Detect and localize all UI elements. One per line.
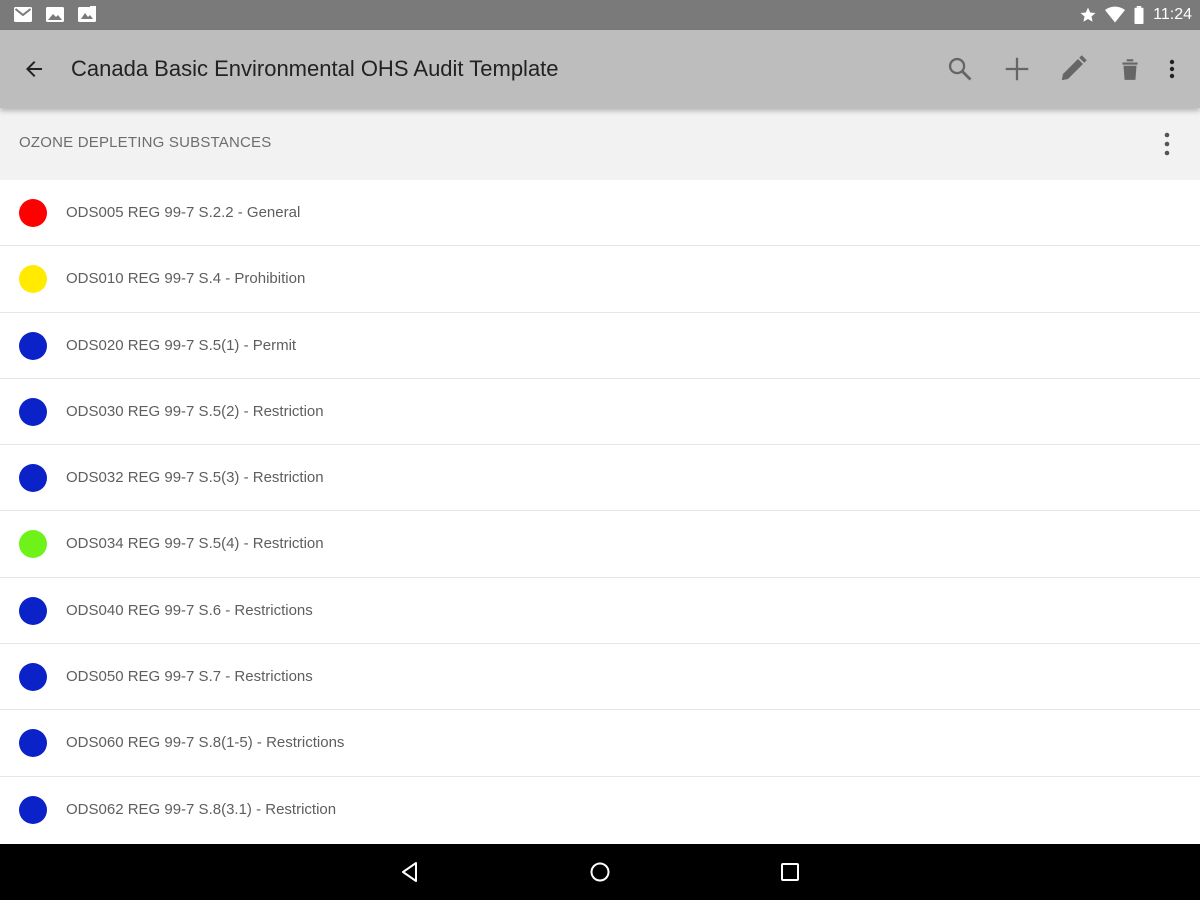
status-indicator-dot bbox=[19, 265, 47, 294]
list-item-label: ODS005 REG 99-7 S.2.2 - General bbox=[66, 204, 301, 221]
delete-icon bbox=[1122, 59, 1138, 80]
status-indicator-dot bbox=[19, 331, 47, 360]
delete-button[interactable] bbox=[1110, 49, 1150, 89]
status-bar: 11:24 bbox=[0, 0, 1200, 30]
section-title: OZONE DEPLETING SUBSTANCES bbox=[19, 134, 272, 151]
list-item[interactable]: ODS030 REG 99-7 S.5(2) - Restriction bbox=[0, 378, 1200, 446]
section-header: OZONE DEPLETING SUBSTANCES bbox=[0, 108, 1200, 180]
back-arrow-icon bbox=[26, 61, 42, 77]
list-item[interactable]: ODS040 REG 99-7 S.6 - Restrictions bbox=[0, 577, 1200, 645]
status-indicator-dot bbox=[19, 397, 47, 426]
list-item[interactable]: ODS020 REG 99-7 S.5(1) - Permit bbox=[0, 312, 1200, 379]
section-menu-button[interactable] bbox=[1152, 124, 1182, 164]
list-item[interactable]: ODS050 REG 99-7 S.7 - Restrictions bbox=[0, 644, 1200, 711]
status-indicator-dot bbox=[19, 596, 47, 625]
recents-square-icon bbox=[781, 863, 799, 881]
clock: 11:24 bbox=[1153, 6, 1192, 23]
wifi-icon bbox=[1105, 6, 1126, 23]
gmail-icon bbox=[14, 7, 32, 22]
list-item-label: ODS032 REG 99-7 S.5(3) - Restriction bbox=[66, 469, 324, 487]
overflow-menu-icon bbox=[1164, 132, 1170, 156]
system-status: 11:24 bbox=[1079, 4, 1192, 26]
notification-icons bbox=[14, 6, 96, 23]
back-triangle-icon bbox=[402, 862, 417, 882]
nav-back-button[interactable] bbox=[388, 852, 432, 892]
list-item-label: ODS040 REG 99-7 S.6 - Restrictions bbox=[66, 601, 313, 619]
navigation-bar bbox=[0, 844, 1200, 900]
photos-icon bbox=[78, 6, 96, 22]
overflow-menu-icon bbox=[1169, 59, 1175, 79]
app-toolbar: Canada Basic Environmental OHS Audit Tem… bbox=[0, 30, 1200, 108]
list-item[interactable]: ODS010 REG 99-7 S.4 - Prohibition bbox=[0, 246, 1200, 313]
list-item-label: ODS062 REG 99-7 S.8(3.1) - Restriction bbox=[66, 800, 337, 818]
home-circle-icon bbox=[590, 862, 610, 882]
nav-recents-button[interactable] bbox=[768, 852, 812, 892]
audit-item-list: ODS005 REG 99-7 S.2.2 - General ODS010 RE… bbox=[0, 180, 1200, 843]
add-icon bbox=[1005, 57, 1029, 81]
search-button[interactable] bbox=[940, 49, 980, 89]
status-indicator-dot bbox=[19, 199, 47, 227]
overflow-menu-button[interactable] bbox=[1152, 49, 1192, 89]
status-indicator-dot bbox=[19, 530, 47, 559]
search-icon bbox=[948, 57, 972, 81]
star-icon bbox=[1080, 7, 1096, 22]
list-item[interactable]: ODS032 REG 99-7 S.5(3) - Restriction bbox=[0, 445, 1200, 512]
list-item-label: ODS060 REG 99-7 S.8(1-5) - Restrictions bbox=[66, 734, 345, 752]
status-indicator-dot bbox=[19, 663, 47, 692]
add-button[interactable] bbox=[997, 49, 1037, 89]
list-item[interactable]: ODS062 REG 99-7 S.8(3.1) - Restriction bbox=[0, 776, 1200, 843]
list-item-label: ODS050 REG 99-7 S.7 - Restrictions bbox=[66, 668, 313, 686]
status-indicator-dot bbox=[19, 729, 47, 758]
status-indicator-dot bbox=[19, 464, 47, 493]
list-item-label: ODS020 REG 99-7 S.5(1) - Permit bbox=[66, 336, 297, 354]
battery-icon bbox=[1134, 6, 1144, 24]
list-item-label: ODS034 REG 99-7 S.5(4) - Restriction bbox=[66, 535, 324, 553]
list-item[interactable]: ODS060 REG 99-7 S.8(1-5) - Restrictions bbox=[0, 710, 1200, 777]
gallery-icon bbox=[46, 7, 64, 22]
list-item-label: ODS010 REG 99-7 S.4 - Prohibition bbox=[66, 270, 306, 288]
page-title: Canada Basic Environmental OHS Audit Tem… bbox=[71, 56, 559, 81]
nav-home-button[interactable] bbox=[578, 852, 622, 892]
list-item[interactable]: ODS034 REG 99-7 S.5(4) - Restriction bbox=[0, 511, 1200, 578]
back-button[interactable] bbox=[14, 49, 54, 89]
edit-icon bbox=[1061, 55, 1087, 81]
list-item[interactable]: ODS005 REG 99-7 S.2.2 - General bbox=[0, 180, 1200, 247]
edit-button[interactable] bbox=[1053, 49, 1093, 89]
list-item-label: ODS030 REG 99-7 S.5(2) - Restriction bbox=[66, 402, 324, 420]
status-indicator-dot bbox=[19, 795, 47, 824]
